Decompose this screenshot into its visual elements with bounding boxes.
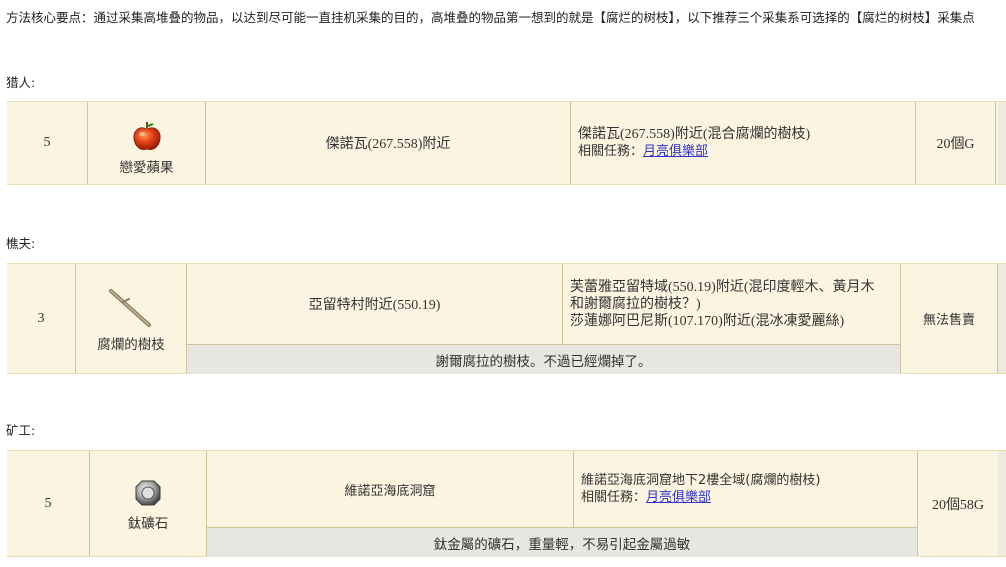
level-cell: 5 — [43, 135, 51, 150]
level-cell: 3 — [37, 310, 45, 326]
section-label-hunter: 猎人: — [6, 75, 36, 90]
section-label-woodcutter: 樵夫: — [6, 236, 36, 251]
row-edge — [998, 451, 1006, 556]
detail-cell: 維諾亞海底洞窟地下2樓全域(腐爛的樹枝) 相關任務：月亮俱樂部 — [574, 451, 917, 527]
section-label-miner: 矿工: — [6, 423, 36, 438]
detail-line: 傑諾瓦(267.558)附近(混合腐爛的樹枝) — [578, 127, 811, 142]
detail-line: 芙蕾雅亞留特域(550.19)附近(混印度輕木、黃月木 — [570, 279, 875, 295]
detail-line: 莎蓮娜阿巴尼斯(107.170)附近(混冰凍愛麗絲) — [570, 313, 845, 329]
item-cell: 鈦礦石 — [90, 451, 206, 556]
description-bar: 謝爾腐拉的樹枝。不過已經爛掉了。 — [187, 344, 900, 374]
location-text: 維諾亞海底洞窟 — [344, 483, 436, 499]
location-cell: 亞留特村附近(550.19) — [308, 298, 441, 313]
row-edge — [998, 102, 1006, 184]
intro-text: 方法核心要点：通过采集高堆叠的物品，以达到尽可能一直挂机采集的目的，高堆叠的物品… — [6, 10, 975, 25]
quest-label: 相關任務： — [578, 144, 644, 159]
level-cell: 5 — [44, 495, 52, 511]
detail-line: 維諾亞海底洞窟地下2樓全域(腐爛的樹枝) — [581, 473, 821, 488]
location-cell: 傑諾瓦(267.558)附近 — [325, 137, 451, 152]
quest-link-moon-club[interactable]: 月亮俱樂部 — [646, 490, 711, 505]
price-cell: 20個G — [936, 137, 975, 152]
location-cell: 維諾亞海底洞窟 — [207, 451, 573, 527]
woodcutter-card: 3 腐爛的樹枝 亞留特村附近(550.19) 芙蕾雅亞留特域(550.19)附近… — [7, 263, 1006, 374]
item-cell: 腐爛的樹枝 — [76, 264, 186, 373]
price-cell: 20個58G — [931, 497, 985, 513]
detail-cell: 傑諾瓦(267.558)附近(混合腐爛的樹枝) 相關任務：月亮俱樂部 — [571, 102, 915, 184]
row-edge — [998, 264, 1006, 373]
price-cell: 無法售賣 — [901, 264, 997, 373]
rotten-branch-icon — [109, 289, 151, 327]
hunter-card: 5 戀愛蘋果 傑諾瓦(267.558)附近 傑諾瓦(267.558)附近(混合腐… — [7, 101, 1006, 185]
miner-card: 5 鈦礦石 維諾亞海底洞窟 維諾亞海底洞窟地下2樓全域(腐爛的樹枝) 相關任務：… — [7, 450, 1006, 557]
item-cell: 戀愛蘋果 — [88, 102, 205, 184]
item-name: 腐爛的樹枝 — [97, 337, 165, 353]
item-name: 戀愛蘋果 — [119, 160, 174, 176]
quest-link-moon-club[interactable]: 月亮俱樂部 — [643, 144, 708, 159]
red-apple-icon — [133, 122, 160, 150]
quest-label: 相關任務： — [581, 490, 647, 505]
titanium-ore-icon — [135, 480, 161, 506]
detail-line: 和謝爾腐拉的樹枝？) — [570, 296, 701, 312]
item-name: 鈦礦石 — [127, 516, 169, 532]
description-bar: 鈦金屬的礦石，重量輕，不易引起金屬過敏 — [207, 527, 917, 557]
detail-cell: 芙蕾雅亞留特域(550.19)附近(混印度輕木、黃月木 和謝爾腐拉的樹枝？) 莎… — [563, 264, 900, 344]
price-text: 無法售賣 — [922, 313, 975, 328]
